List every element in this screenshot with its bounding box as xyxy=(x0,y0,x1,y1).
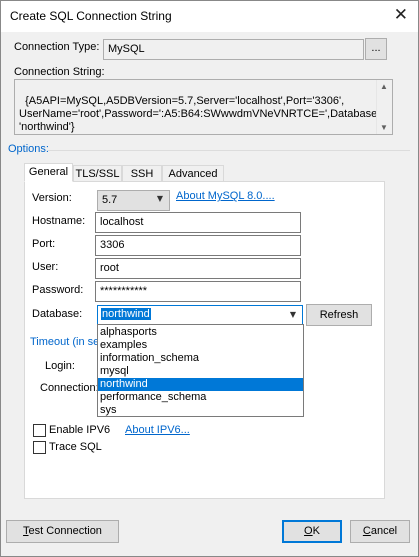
trace-sql-checkbox[interactable] xyxy=(33,441,46,454)
version-label: Version: xyxy=(32,192,72,204)
refresh-button[interactable]: Refresh xyxy=(306,304,372,326)
scroll-up-icon[interactable]: ▲ xyxy=(380,82,388,91)
cancel-label: ancel xyxy=(370,525,398,537)
test-connection-button[interactable]: Test Connection xyxy=(6,520,119,543)
connection-string-value: {A5API=MySQL,A5DBVersion=5.7,Server='loc… xyxy=(19,95,384,133)
connection-type-label: Connection Type: xyxy=(14,41,100,53)
tab-ssh[interactable]: SSH xyxy=(122,165,162,182)
enable-ipv6-checkbox[interactable] xyxy=(33,424,46,437)
enable-ipv6-label: Enable IPV6 xyxy=(49,424,111,436)
tab-tls-ssl[interactable]: TLS/SSL xyxy=(73,165,122,182)
password-value: *********** xyxy=(100,285,148,297)
connection-type-field: MySQL xyxy=(103,39,364,60)
tab-general[interactable]: General xyxy=(24,163,73,182)
user-value: root xyxy=(100,262,119,274)
test-connection-label: est Connection xyxy=(28,525,102,537)
user-input[interactable]: root xyxy=(95,258,301,279)
connection-string-label: Connection String: xyxy=(14,66,105,78)
options-divider xyxy=(48,150,410,151)
connection-type-value: MySQL xyxy=(108,43,145,55)
hostname-label: Hostname: xyxy=(32,215,86,227)
database-option[interactable]: examples xyxy=(98,339,303,352)
password-label: Password: xyxy=(32,284,84,296)
login-timeout-label: Login: xyxy=(45,360,75,372)
hostname-input[interactable]: localhost xyxy=(95,212,301,233)
database-select[interactable]: northwind ▼ xyxy=(97,305,303,325)
port-label: Port: xyxy=(32,238,56,250)
chevron-down-icon: ▼ xyxy=(156,194,163,203)
hostname-value: localhost xyxy=(100,216,144,228)
connection-string-scrollbar[interactable]: ▲ ▼ xyxy=(376,80,392,134)
window-title: Create SQL Connection String xyxy=(10,9,172,23)
database-option[interactable]: sys xyxy=(98,404,303,417)
browse-connection-type-button[interactable]: ... xyxy=(365,38,387,60)
ok-accelerator: O xyxy=(304,525,313,537)
version-value: 5.7 xyxy=(102,194,118,206)
tab-advanced[interactable]: Advanced xyxy=(162,165,224,182)
database-dropdown-list[interactable]: alphasports examples information_schema mys… xyxy=(97,324,304,417)
database-option[interactable]: northwind xyxy=(98,378,303,391)
database-option[interactable]: mysql xyxy=(98,365,303,378)
ok-button[interactable]: OK xyxy=(282,520,342,543)
ok-label: K xyxy=(312,525,320,537)
options-label: Options: xyxy=(8,143,49,155)
port-value: 3306 xyxy=(100,239,125,251)
cancel-accelerator: C xyxy=(362,525,371,537)
trace-sql-label: Trace SQL xyxy=(49,441,102,453)
password-input[interactable]: *********** xyxy=(95,281,301,302)
connection-timeout-label: Connection: xyxy=(40,382,99,394)
database-value: northwind xyxy=(101,308,151,320)
database-option[interactable]: information_schema xyxy=(98,352,303,365)
about-ipv6-link[interactable]: About IPV6... xyxy=(125,424,190,436)
database-label: Database: xyxy=(32,308,83,320)
about-mysql-link[interactable]: About MySQL 8.0.... xyxy=(176,190,275,202)
close-icon[interactable]: ✕ xyxy=(394,5,408,25)
version-select[interactable]: 5.7 ▼ xyxy=(97,190,170,211)
cancel-button[interactable]: Cancel xyxy=(350,520,410,543)
chevron-down-icon: ▼ xyxy=(289,310,296,319)
database-option[interactable]: performance_schema xyxy=(98,391,303,404)
user-label: User: xyxy=(32,261,59,273)
scroll-down-icon[interactable]: ▼ xyxy=(380,123,388,132)
database-option[interactable]: alphasports xyxy=(98,326,303,339)
port-input[interactable]: 3306 xyxy=(95,235,301,256)
title-bar: Create SQL Connection String ✕ xyxy=(0,0,419,32)
connection-string-field[interactable]: {A5API=MySQL,A5DBVersion=5.7,Server='loc… xyxy=(14,79,393,135)
timeout-legend: Timeout (in se xyxy=(30,336,100,348)
